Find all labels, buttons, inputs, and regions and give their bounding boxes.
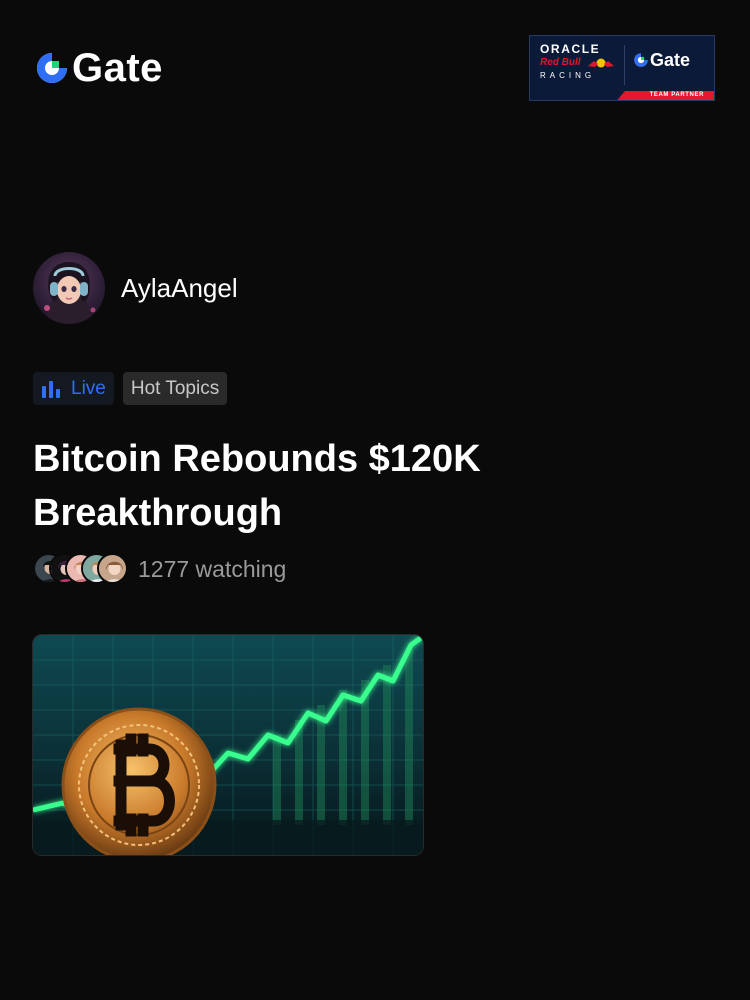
hot-topics-tag[interactable]: Hot Topics xyxy=(122,372,228,405)
viewer-avatars xyxy=(33,553,128,584)
partner-gate-text: Gate xyxy=(650,50,691,70)
host-profile[interactable]: AylaAngel xyxy=(33,252,238,324)
viewer-count: 1277 watching xyxy=(33,553,286,584)
viewer-avatar xyxy=(97,553,128,584)
gate-logo[interactable]: Gate xyxy=(34,48,163,88)
tag-row: Live Hot Topics xyxy=(33,372,228,405)
gate-small-icon xyxy=(634,53,648,67)
partner-redbull-text: Red Bull xyxy=(540,57,581,68)
live-tag: Live xyxy=(33,372,114,405)
partner-racing-text: RACING xyxy=(540,71,596,80)
partner-badge-text: TEAM PARTNER xyxy=(649,92,704,98)
partner-divider xyxy=(624,45,625,85)
live-label: Live xyxy=(71,377,106,399)
partner-gate-logo: Gate xyxy=(633,51,690,69)
partner-banner: ORACLE Red Bull RACING Gate TEAM PARTNER xyxy=(529,35,715,101)
partner-badge-bar: TEAM PARTNER xyxy=(530,91,714,100)
stream-title[interactable]: Bitcoin Rebounds $120K Breakthrough xyxy=(33,432,593,540)
host-name[interactable]: AylaAngel xyxy=(121,273,238,303)
stream-cover-image[interactable] xyxy=(32,634,424,856)
partner-oracle-text: ORACLE xyxy=(540,42,601,56)
viewers-label: 1277 watching xyxy=(138,555,287,582)
logo-text: Gate xyxy=(72,46,163,90)
bar-chart-icon xyxy=(42,380,60,398)
red-bull-icon xyxy=(588,58,614,68)
gate-logo-icon xyxy=(37,53,67,83)
host-avatar[interactable] xyxy=(33,252,105,324)
